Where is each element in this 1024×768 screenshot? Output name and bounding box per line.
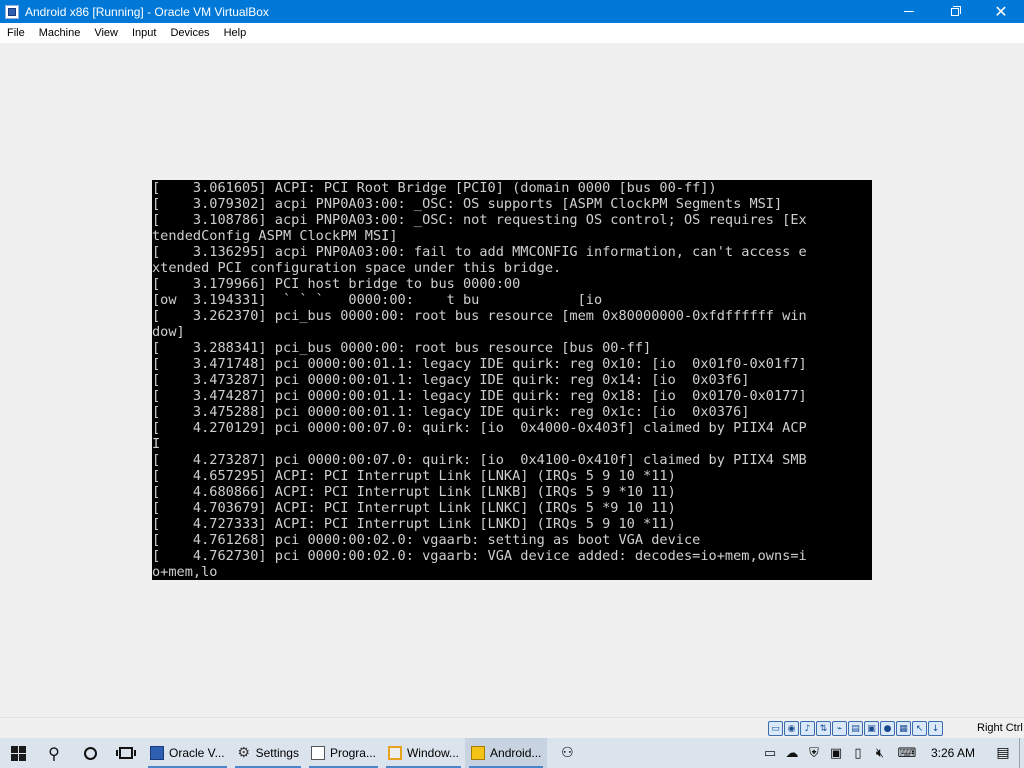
host-key-label: Right Ctrl — [977, 722, 1023, 734]
hard-disk-icon[interactable]: ▭ — [768, 721, 783, 736]
vm-console[interactable]: [ 3.061605] ACPI: PCI Root Bridge [PCI0]… — [152, 180, 872, 580]
people-button[interactable]: ⚇ — [547, 738, 587, 768]
title-bar: Android x86 [Running] - Oracle VM Virtua… — [0, 0, 1024, 23]
taskbar-app-virtualbox[interactable]: Oracle V... — [144, 738, 231, 768]
keyboard-icon[interactable]: ↓ — [928, 721, 943, 736]
notification-icon: ▤ — [996, 745, 1010, 761]
search-button[interactable]: ⚲ — [36, 738, 72, 768]
vm-status-bar: ▭ ◉ ♪ ⇅ ⌁ ▤ ▣ ● ▦ ↖ ↓ Right Ctrl — [0, 717, 1024, 739]
menu-input[interactable]: Input — [125, 23, 163, 43]
virtualbox-app-icon — [5, 4, 19, 19]
mouse-integration-icon[interactable]: ↖ — [912, 721, 927, 736]
window-title: Android x86 [Running] - Oracle VM Virtua… — [25, 4, 269, 19]
taskbar-app-label: Progra... — [329, 746, 376, 760]
menu-machine[interactable]: Machine — [32, 23, 88, 43]
gear-icon: ⚙ — [237, 745, 250, 761]
console-line: [ 3.179966] PCI host bridge to bus 0000:… — [152, 276, 521, 292]
volume-mute-icon[interactable]: 🔇︎ — [869, 738, 891, 768]
cortana-button[interactable] — [72, 738, 108, 768]
task-view-button[interactable] — [108, 738, 144, 768]
taskbar-app-windows[interactable]: Window... — [382, 738, 465, 768]
window-icon — [387, 746, 402, 760]
console-line: [ 3.108786] acpi PNP0A03:00: _OSC: not r… — [152, 212, 807, 228]
taskbar-app-label: Window... — [406, 746, 460, 760]
menu-bar: File Machine View Input Devices Help — [0, 23, 1024, 43]
cpu-icon[interactable]: ▦ — [896, 721, 911, 736]
menu-view[interactable]: View — [87, 23, 125, 43]
taskbar-app-label: Settings — [255, 746, 299, 760]
console-line: o+mem,lo — [152, 564, 218, 580]
console-line: [ 4.680866] ACPI: PCI Interrupt Link [LN… — [152, 484, 676, 500]
android-vm-icon — [471, 746, 486, 760]
console-line: [ow 3.194331] ` ` ` 0000:00: t bu [io — [152, 292, 603, 308]
window-controls: ✕ — [886, 0, 1024, 23]
console-line: [ 3.262370] pci_bus 0000:00: root bus re… — [152, 308, 807, 324]
network-tray-icon[interactable]: ▣ — [825, 738, 847, 768]
menu-file[interactable]: File — [0, 23, 32, 43]
audio-icon[interactable]: ♪ — [800, 721, 815, 736]
console-line: dow] — [152, 324, 185, 340]
clock[interactable]: 3:26 AM — [923, 746, 987, 760]
people-icon: ⚇ — [561, 745, 574, 761]
video-capture-icon[interactable]: ● — [880, 721, 895, 736]
windows-logo-icon — [10, 745, 26, 761]
taskbar-app-android[interactable]: Android... — [465, 738, 548, 768]
action-center-button[interactable]: ▤ — [987, 738, 1019, 768]
console-line: [ 3.079302] acpi PNP0A03:00: _OSC: OS su… — [152, 196, 783, 212]
taskbar-app-programs[interactable]: Progra... — [305, 738, 382, 768]
console-line: [ 4.762730] pci 0000:00:02.0: vgaarb: VG… — [152, 548, 807, 564]
taskbar-app-label: Oracle V... — [169, 746, 225, 760]
restore-button[interactable] — [932, 0, 978, 23]
console-line: I — [152, 436, 161, 452]
console-line: [ 4.703679] ACPI: PCI Interrupt Link [LN… — [152, 500, 676, 516]
show-desktop-button[interactable] — [1019, 738, 1024, 768]
console-line: [ 3.471748] pci 0000:00:01.1: legacy IDE… — [152, 356, 807, 372]
start-button[interactable] — [0, 738, 36, 768]
console-line: [ 3.136295] acpi PNP0A03:00: fail to add… — [152, 244, 807, 260]
defender-icon[interactable]: ⛨ — [803, 738, 825, 768]
network-icon[interactable]: ⇅ — [816, 721, 831, 736]
console-line: [ 4.727333] ACPI: PCI Interrupt Link [LN… — [152, 516, 676, 532]
taskbar-app-settings[interactable]: ⚙ Settings — [231, 738, 305, 768]
console-line: [ 3.475288] pci 0000:00:01.1: legacy IDE… — [152, 404, 750, 420]
console-line: [ 3.473287] pci 0000:00:01.1: legacy IDE… — [152, 372, 750, 388]
cortana-icon — [83, 746, 97, 760]
usb-icon[interactable]: ⌁ — [832, 721, 847, 736]
keyboard-tray-icon[interactable]: ▭ — [759, 738, 781, 768]
console-line: tendedConfig ASPM ClockPM MSI] — [152, 228, 398, 244]
system-tray: ▭ ☁ ⛨ ▣ ▯ 🔇︎ ⌨ 3:26 AM ▤ — [759, 738, 1024, 768]
close-button[interactable]: ✕ — [978, 0, 1024, 23]
taskbar-app-label: Android... — [490, 746, 542, 760]
task-view-icon — [116, 747, 136, 759]
menu-devices[interactable]: Devices — [163, 23, 216, 43]
minimize-button[interactable] — [886, 0, 932, 23]
shared-folder-icon[interactable]: ▤ — [848, 721, 863, 736]
battery-icon[interactable]: ▯ — [847, 738, 869, 768]
close-icon: ✕ — [994, 1, 1008, 21]
restore-icon — [951, 5, 961, 16]
console-line: [ 4.273287] pci 0000:00:07.0: quirk: [io… — [152, 452, 807, 468]
taskbar: ⚲ Oracle V... ⚙ Settings Progra... Windo… — [0, 738, 1024, 768]
console-line: xtended PCI configuration space under th… — [152, 260, 562, 276]
console-line: [ 4.657295] ACPI: PCI Interrupt Link [LN… — [152, 468, 676, 484]
console-line: [ 3.288341] pci_bus 0000:00: root bus re… — [152, 340, 652, 356]
console-line: [ 4.761268] pci 0000:00:02.0: vgaarb: se… — [152, 532, 701, 548]
minimize-icon — [904, 11, 914, 12]
console-line: [ 3.474287] pci 0000:00:01.1: legacy IDE… — [152, 388, 807, 404]
onedrive-icon[interactable]: ☁ — [781, 738, 803, 768]
search-icon: ⚲ — [48, 743, 60, 763]
menu-help[interactable]: Help — [217, 23, 254, 43]
display-icon[interactable]: ▣ — [864, 721, 879, 736]
optical-drive-icon[interactable]: ◉ — [784, 721, 799, 736]
console-line: [ 4.270129] pci 0000:00:07.0: quirk: [io… — [152, 420, 807, 436]
input-keyboard-icon[interactable]: ⌨ — [891, 738, 923, 768]
virtualbox-icon — [150, 746, 164, 760]
program-icon — [310, 746, 325, 760]
console-line: [ 3.061605] ACPI: PCI Root Bridge [PCI0]… — [152, 180, 717, 196]
